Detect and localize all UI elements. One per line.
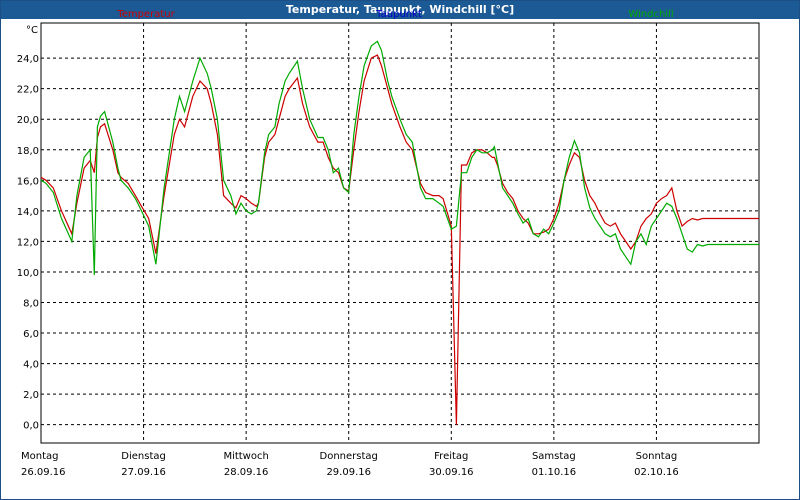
axis-labels: 0,0 2,0 4,0 6,0 8,0 10,0 12,0 14,0 16,0 18,0 20,0 2…: [17, 25, 679, 478]
grid-lines: [41, 23, 759, 443]
x-tick-day: Donnerstag: [320, 451, 378, 462]
series-lines: [40, 40, 759, 425]
x-tick-date: 26.09.16: [21, 467, 66, 478]
y-tick-label: 6,0: [23, 329, 39, 340]
y-tick-label: 8,0: [23, 298, 39, 309]
legend-entry: Taupunkt: [375, 9, 422, 20]
x-tick-date: 02.10.16: [634, 467, 679, 478]
axes: [40, 22, 760, 444]
x-tick-day: Samstag: [532, 451, 576, 462]
x-tick-day: Freitag: [434, 451, 468, 462]
plot-frame: [40, 22, 760, 444]
x-tick-day: Montag: [21, 451, 58, 462]
series-line-temperatur: [40, 54, 759, 425]
x-tick-day: Dienstag: [121, 451, 166, 462]
x-tick-date: 28.09.16: [224, 467, 269, 478]
y-tick-label: 10,0: [17, 268, 39, 279]
y-axis-unit: °C: [26, 25, 38, 36]
x-tick-day: Sonntag: [636, 451, 678, 462]
y-tick-label: 22,0: [17, 85, 39, 96]
legend: Temperatur Taupunkt Windchill: [116, 9, 673, 20]
x-tick-date: 01.10.16: [532, 467, 577, 478]
y-tick-label: 16,0: [17, 176, 39, 187]
x-tick-day: Mittwoch: [223, 451, 268, 462]
legend-entry: Temperatur: [116, 9, 175, 20]
y-tick-label: 2,0: [23, 390, 39, 401]
y-tick-label: 24,0: [17, 54, 39, 65]
x-tick-date: 30.09.16: [429, 467, 474, 478]
y-tick-label: 20,0: [17, 115, 39, 126]
y-tick-label: 0,0: [23, 421, 39, 432]
y-tick-label: 12,0: [17, 237, 39, 248]
y-tick-label: 4,0: [23, 360, 39, 371]
y-tick-label: 14,0: [17, 207, 39, 218]
y-tick-label: 18,0: [17, 146, 39, 157]
x-tick-date: 29.09.16: [326, 467, 371, 478]
chart-window: Temperatur, Taupunkt, Windchill [°C] 0,0…: [0, 0, 800, 500]
x-tick-date: 27.09.16: [121, 467, 166, 478]
chart-svg: 0,0 2,0 4,0 6,0 8,0 10,0 12,0 14,0 16,0 18,0 20,0 2…: [17, 9, 760, 478]
series-line-windchill: [40, 40, 759, 276]
legend-entry: Windchill: [628, 9, 673, 20]
